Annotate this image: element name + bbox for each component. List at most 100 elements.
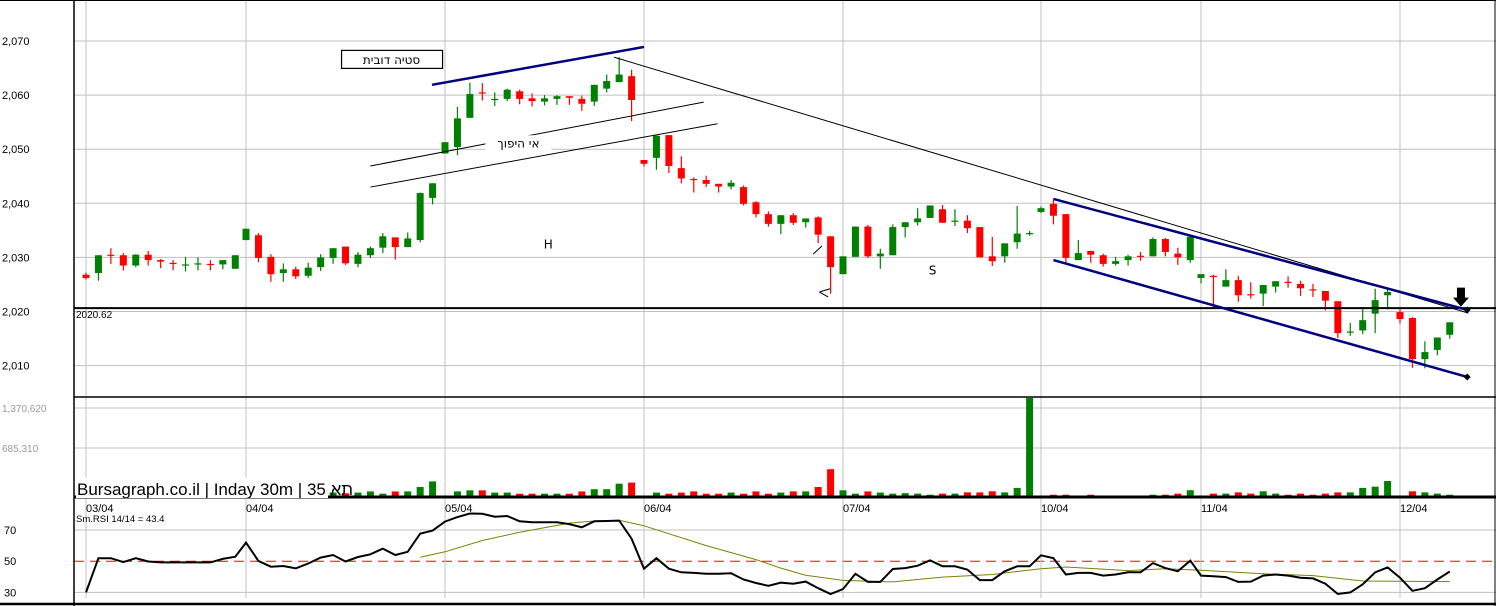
candle-body [231, 255, 239, 269]
candle-body [1297, 283, 1305, 289]
candle [366, 246, 374, 258]
candle-body [764, 214, 772, 224]
candle [429, 183, 437, 205]
candle-body [304, 267, 312, 276]
candle-body [1149, 239, 1157, 257]
candle-body [702, 180, 710, 184]
candle [814, 216, 822, 244]
candle-body [1321, 290, 1329, 301]
volume-bar [628, 482, 636, 497]
candle [1222, 269, 1230, 287]
candle-body [1247, 294, 1255, 296]
candle-body [677, 168, 685, 179]
candle [901, 222, 909, 238]
candle-body [206, 263, 214, 266]
date-tick-label: 06/04 [644, 503, 672, 515]
candle [677, 156, 685, 184]
candle [453, 107, 461, 156]
candle [702, 175, 710, 188]
candle-body [926, 205, 934, 218]
candle-body [827, 236, 835, 268]
candle [1026, 230, 1034, 236]
date-tick-label: 03/04 [86, 503, 114, 515]
candle-body [107, 254, 115, 256]
candle-body [119, 255, 127, 266]
frame [0, 0, 1496, 606]
rsi-line [85, 512, 1451, 596]
candle-body [727, 182, 735, 187]
parallel-line-2 [370, 123, 718, 188]
candle-body [453, 118, 461, 148]
candle-body [578, 98, 586, 104]
candle-body [565, 96, 573, 98]
candle [615, 57, 623, 83]
candle [876, 248, 884, 269]
candle-body [1408, 317, 1416, 360]
price-tick-label: 2,030 [2, 252, 30, 264]
candle-body [292, 269, 300, 277]
candle-body [329, 248, 337, 258]
candle [1384, 288, 1392, 310]
candle-body [404, 238, 412, 248]
mark-angle-b [819, 291, 829, 298]
candle-body [988, 256, 996, 262]
candle-body [789, 215, 797, 223]
candle [329, 248, 337, 264]
candle [478, 83, 486, 101]
candle-body [317, 257, 325, 268]
candle [144, 250, 152, 266]
candle-body [1186, 236, 1194, 261]
price-tick-label: 2,070 [2, 36, 30, 48]
price-tick-label: 2,040 [2, 198, 30, 210]
candle [1272, 281, 1280, 293]
candle-body [1272, 281, 1280, 287]
candle [1247, 282, 1255, 299]
candle [652, 135, 660, 170]
mark-slash [812, 245, 823, 255]
candle [292, 266, 300, 280]
volume-bar [429, 481, 437, 497]
chart-annotation-text: S [929, 263, 937, 277]
date-tick-label: 12/04 [1400, 503, 1428, 515]
candle-body [1037, 208, 1045, 212]
candle-body [1346, 331, 1354, 333]
candle-body [715, 183, 723, 187]
candle-body [640, 160, 648, 164]
candle-body [590, 84, 598, 102]
candle [926, 205, 934, 218]
candle [279, 263, 287, 282]
candle-body [1309, 289, 1317, 291]
candle-body [132, 254, 140, 266]
candle-body [1371, 300, 1379, 314]
candle [1234, 275, 1242, 302]
candle-body [615, 74, 623, 83]
candle [466, 82, 474, 118]
candle-body [603, 81, 611, 89]
candle [1186, 236, 1194, 263]
candle [157, 259, 165, 269]
upper-wedge-line [431, 45, 645, 87]
candle-body [1396, 312, 1404, 320]
candle [914, 208, 922, 226]
candle [1149, 237, 1157, 257]
candle [1174, 247, 1182, 265]
candle [988, 236, 996, 267]
candle-body [628, 76, 636, 100]
candle [802, 218, 810, 228]
rsi-tick-label: 70 [4, 525, 16, 537]
candle [132, 254, 140, 268]
candle [107, 248, 115, 264]
rsi-label: Sm.RSI 14/14 = 43.4 [76, 514, 164, 525]
price-tick-label: 2,010 [2, 361, 30, 373]
candle-body [1099, 255, 1107, 264]
candle [789, 213, 797, 225]
candle-body [391, 237, 399, 248]
candlestick-chart: 2020.62 סטיה דובית אי היפוך H S Bursagraph.c… [0, 0, 1496, 606]
candle-body [690, 178, 698, 181]
candle [416, 192, 424, 243]
candle [219, 260, 227, 270]
volume-bar [1384, 481, 1392, 497]
chart-annotation-text: סטיה דובית [363, 53, 420, 67]
candle [1371, 288, 1379, 334]
candle [1284, 276, 1292, 288]
